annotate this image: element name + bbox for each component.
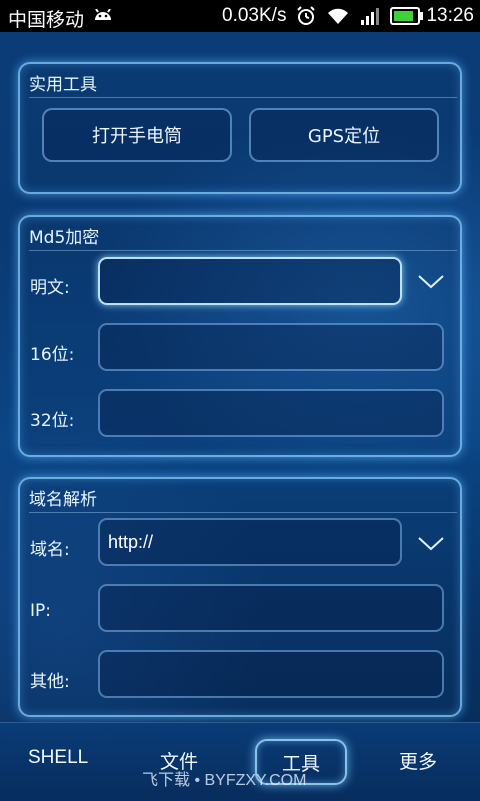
carrier-name: 中国移动 xyxy=(8,10,85,31)
nav-more[interactable]: 更多 xyxy=(399,747,437,774)
android-icon xyxy=(95,8,112,20)
other-field[interactable] xyxy=(98,650,444,698)
chevron-down-icon[interactable] xyxy=(418,275,444,289)
battery-icon xyxy=(390,7,424,25)
chevron-down-icon[interactable] xyxy=(418,537,444,551)
tools-panel: 实用工具 打开手电筒 GPS定位 xyxy=(18,62,462,194)
wifi-icon xyxy=(328,8,349,24)
other-label: 其他: xyxy=(30,672,70,692)
signal-icon xyxy=(361,8,380,25)
domain-input[interactable]: http:// xyxy=(98,518,402,566)
flashlight-button[interactable]: 打开手电筒 xyxy=(42,108,232,162)
md5-32bit-label: 32位: xyxy=(30,411,75,431)
tools-panel-title: 实用工具 xyxy=(29,70,457,98)
domain-label: 域名: xyxy=(30,540,70,560)
md5-16bit-label: 16位: xyxy=(30,345,75,365)
md5-16bit-field[interactable] xyxy=(98,323,444,371)
ip-label: IP: xyxy=(30,601,51,621)
md5-panel: Md5加密 明文: 16位: 32位: xyxy=(18,215,462,457)
plaintext-input[interactable] xyxy=(98,257,402,305)
network-speed: 0.03K/s xyxy=(222,5,287,26)
dns-panel-title: 域名解析 xyxy=(29,485,457,513)
clock: 13:26 xyxy=(426,5,474,26)
watermark: 飞下载 • BYFZXY.COM xyxy=(142,772,307,789)
plaintext-label: 明文: xyxy=(30,278,70,298)
md5-panel-title: Md5加密 xyxy=(29,223,457,251)
gps-button[interactable]: GPS定位 xyxy=(249,108,439,162)
alarm-icon xyxy=(297,6,316,25)
status-bar: 中国移动 0.03K/s 13:26 xyxy=(0,0,480,32)
dns-panel: 域名解析 域名: http:// IP: 其他: xyxy=(18,477,462,717)
ip-field[interactable] xyxy=(98,584,444,632)
md5-32bit-field[interactable] xyxy=(98,389,444,437)
nav-shell[interactable]: SHELL xyxy=(28,747,88,769)
